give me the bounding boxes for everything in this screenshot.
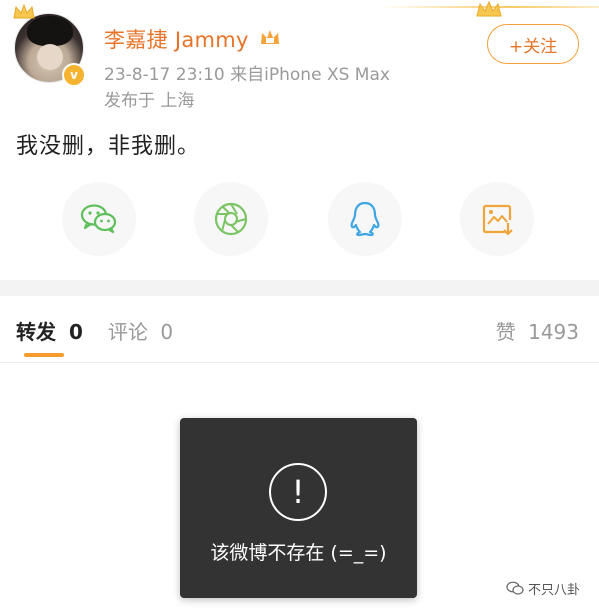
post-date-time: 23-8-17 23:10 [104,65,225,85]
tab-like-label: 赞 [495,320,516,344]
watermark: 不只八卦 [506,576,580,600]
verified-badge-icon: v [62,63,86,87]
interaction-tabs: 转发 0 评论 0 赞 1493 [0,296,599,363]
avatar[interactable]: v [13,3,86,87]
share-wechat-button[interactable] [62,182,136,256]
wechat-icon [80,204,117,234]
post-source: 来自iPhone XS Max [230,65,390,85]
save-image-icon [482,204,513,236]
post-header: v 李嘉捷 Jammy 23-8-17 23:10 来自iPhone XS Ma… [0,0,599,112]
toast-message: 该微博不存在 (=_=) [210,542,387,564]
crown-icon [476,0,502,17]
tab-comment-count: 0 [160,320,174,344]
post-meta: 23-8-17 23:10 来自iPhone XS Max [104,60,390,85]
username[interactable]: 李嘉捷 Jammy [104,24,249,54]
exclamation-icon: ! [269,463,327,521]
tab-comment[interactable]: 评论 0 [108,316,173,345]
tab-repost-count: 0 [68,320,83,344]
tab-like[interactable]: 赞 1493 [496,316,579,345]
section-divider [0,280,599,296]
active-tab-indicator [24,353,64,357]
share-row [0,182,599,262]
tab-repost-label: 转发 [16,320,56,344]
save-image-button[interactable] [460,182,534,256]
wechat-logo-icon [506,581,524,595]
tab-like-count: 1493 [528,320,579,344]
follow-button[interactable]: +关注 [487,24,579,64]
share-qq-button[interactable] [328,182,402,256]
watermark-text: 不只八卦 [528,582,581,598]
error-toast: ! 该微博不存在 (=_=) [180,418,417,598]
tab-comment-label: 评论 [108,320,148,344]
qq-icon [350,201,380,237]
vip-crown-icon [261,30,279,44]
tab-repost[interactable]: 转发 0 [16,316,83,345]
share-moments-button[interactable] [194,182,268,256]
moments-icon [214,202,248,236]
post-location: 发布于 上海 [104,91,195,111]
post-content: 我没删，非我删。 [16,134,201,159]
avatar-crown-icon [13,3,35,19]
